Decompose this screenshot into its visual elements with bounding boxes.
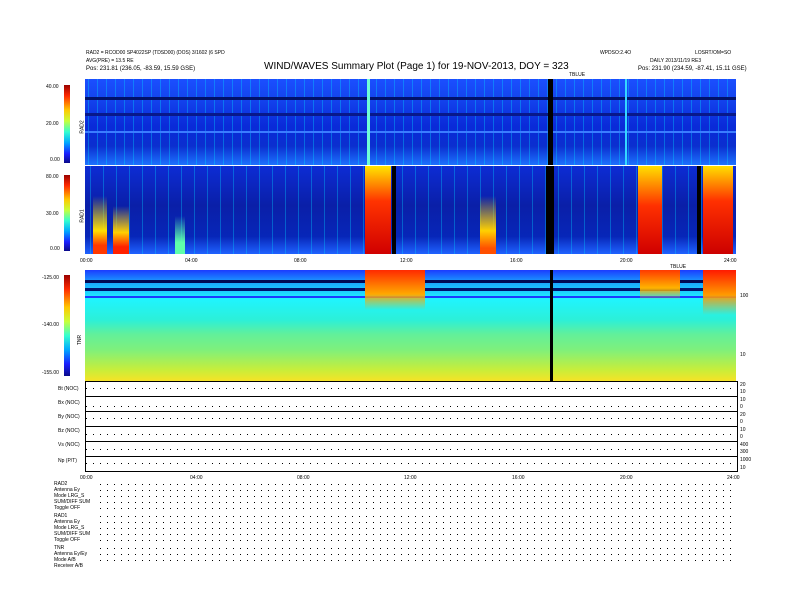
x-tick-1200-b: 12:00: [404, 475, 417, 481]
np-right-tick-bottom: 10: [740, 465, 746, 471]
x-tick-0400-b: 04:00: [190, 475, 203, 481]
rad2-heatmap: [85, 79, 736, 165]
header-right-line1a: WPDSO:2.4O: [600, 50, 632, 56]
rad1-ytick-bottom: 0.00: [50, 246, 60, 252]
footer-rad2-block: RAD2 Antenna Ey Mode LRG_S SUM/DIFF SUM …: [54, 481, 90, 511]
tnr-right-tick-100: 100: [740, 293, 749, 299]
header-right-pos: Pos: 231.90 (234.59, -87.41, 15.11 GSE): [638, 66, 747, 72]
footer-tnr-block: TNR Antenna Ey/Ey Mode A/B Receiver A/B: [54, 545, 87, 569]
x-tick-0000-a: 00:00: [80, 258, 93, 264]
bt-label: Bt (NOC): [58, 386, 79, 392]
np-right-tick-top: 1000: [740, 457, 752, 463]
bt-right-tick-bottom: 10: [740, 389, 746, 395]
x-tick-0400-a: 04:00: [185, 258, 198, 264]
vs-right-tick-top: 400: [740, 442, 749, 448]
line-panels: [85, 381, 738, 472]
bx-right-tick-bottom: 0: [740, 404, 743, 410]
rad1-ytick-mid: 30.00: [46, 211, 59, 217]
bx-label: Bx (NOC): [58, 400, 80, 406]
header-right-line1b: LOSRT/OM=SO: [695, 50, 732, 56]
bt-right-tick-top: 20: [740, 382, 746, 388]
footer-rad1-toggle: Toggle OFF: [54, 537, 81, 543]
vs-right-tick-bottom: 300: [740, 449, 749, 455]
rad1-heatmap: [85, 166, 736, 254]
tnr-ytick-top: -125.00: [42, 275, 59, 281]
bx-right-tick-top: 10: [740, 397, 746, 403]
rad2-ytick-bottom: 0.00: [50, 157, 60, 163]
by-label: By (NOC): [58, 414, 80, 420]
tnr-right-tick-10: 10: [740, 352, 746, 358]
bz-label: Bz (NOC): [58, 428, 80, 434]
header-mid-label: TBLUE: [569, 72, 586, 78]
rad2-ytick-top: 40.00: [46, 84, 59, 90]
rad1-colorbar: [64, 175, 70, 251]
np-label: Np (P/T): [58, 458, 77, 464]
footer-tnr-receiver: Receiver A/B: [54, 563, 83, 569]
footer-rad2-toggle: Toggle OFF: [54, 505, 81, 511]
tnr-ytick-bottom: -155.00: [42, 370, 59, 376]
x-tick-2400-a: 24:00: [724, 258, 737, 264]
rad2-colorbar: [64, 85, 70, 163]
header-left-pos: Pos: 231.81 (236.05, -83.59, 15.59 GSE): [86, 66, 196, 72]
x-tick-2000-b: 20:00: [620, 475, 633, 481]
x-tick-1600-a: 16:00: [510, 258, 523, 264]
x-tick-1600-b: 16:00: [512, 475, 525, 481]
by-right-tick-bottom: 0: [740, 419, 743, 425]
x-tick-1200-a: 12:00: [400, 258, 413, 264]
tnr-ytick-mid: -140.00: [42, 322, 59, 328]
page-title: WIND/WAVES Summary Plot (Page 1) for 19-…: [264, 61, 569, 72]
by-right-tick-top: 20: [740, 412, 746, 418]
tnr-heatmap: [85, 270, 736, 381]
bz-right-tick-bottom: 0: [740, 434, 743, 440]
tnr-colorbar: [64, 275, 70, 376]
vs-label: Vs (NOC): [58, 442, 80, 448]
header-left-line2: AVG(PRE) = 13.5 RE: [86, 58, 134, 64]
rad1-ytick-top: 80.00: [46, 174, 59, 180]
bz-right-tick-top: 10: [740, 427, 746, 433]
footer-rad1-block: RAD1 Antenna Ey Mode LRG_S SUM/DIFF SUM …: [54, 513, 90, 543]
header-left-line1: RAD2 = RCOD00 SP4022SP (TDSD00) (DOS) 3/…: [86, 50, 225, 56]
x-tick-2400-b: 24:00: [727, 475, 740, 481]
header-right-line2: DAILY 2013/11/19 RE3: [650, 58, 702, 64]
x-tick-0800-a: 08:00: [294, 258, 307, 264]
rad2-ytick-mid: 20.00: [46, 121, 59, 127]
footer-dotted-rows: [100, 484, 736, 561]
x-tick-0800-b: 08:00: [297, 475, 310, 481]
x-tick-2000-a: 20:00: [620, 258, 633, 264]
tnr-ylabel: TNR: [77, 334, 84, 346]
